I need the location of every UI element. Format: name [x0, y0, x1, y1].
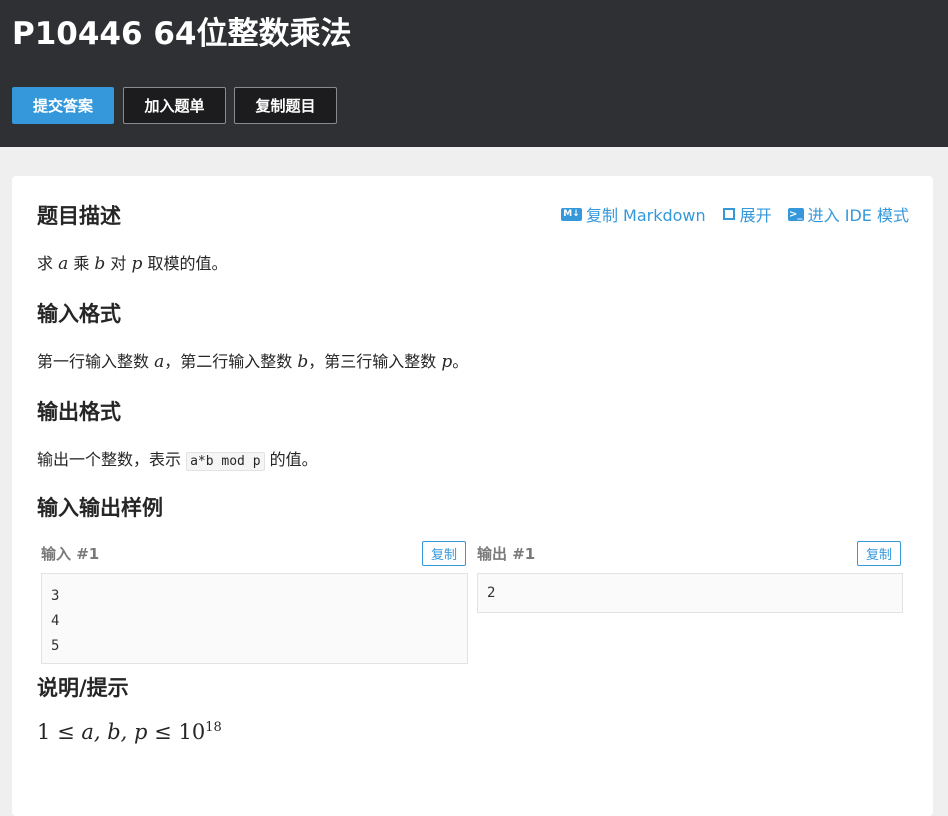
expand-label: 展开	[739, 206, 772, 225]
sample-input-line: 3	[51, 588, 60, 604]
samples-heading: 输入输出样例	[37, 496, 163, 520]
problem-actions: M↓ 复制 Markdown 展开 >_ 进入 IDE 模式	[560, 202, 909, 226]
sample-input-line: 5	[51, 638, 60, 654]
sample-input-line: 4	[51, 613, 60, 629]
input-format-text: 第一行输入整数 a，第二行输入整数 b，第三行输入整数 p。	[37, 352, 469, 372]
submit-answer-button[interactable]: 提交答案	[12, 87, 114, 124]
sample-output-label: 输出 #1	[477, 545, 536, 563]
copy-markdown-link[interactable]: M↓ 复制 Markdown	[560, 202, 706, 226]
inline-code: a*b mod p	[186, 452, 265, 471]
output-format-text: 输出一个整数，表示 a*b mod p 的值。	[37, 450, 318, 471]
copy-markdown-label: 复制 Markdown	[585, 206, 706, 225]
description-text: 求 a 乘 b 对 p 取模的值。	[37, 254, 228, 274]
copy-output-button[interactable]: 复制	[857, 541, 901, 566]
copy-input-button[interactable]: 复制	[422, 541, 466, 566]
sample-input-box[interactable]: 3 4 5	[41, 573, 468, 664]
ide-mode-link[interactable]: >_ 进入 IDE 模式	[787, 202, 909, 226]
problem-card: M↓ 复制 Markdown 展开 >_ 进入 IDE 模式 题目描述 求 a …	[12, 176, 933, 816]
copy-problem-button[interactable]: 复制题目	[234, 87, 337, 124]
input-format-heading: 输入格式	[37, 302, 121, 326]
sample-output-line: 2	[487, 585, 496, 601]
hint-heading: 说明/提示	[37, 676, 129, 700]
description-heading: 题目描述	[37, 204, 121, 228]
problem-header: P10446 64位整数乘法 提交答案 加入题单 复制题目	[0, 0, 948, 147]
terminal-icon: >_	[787, 207, 804, 221]
add-to-list-button[interactable]: 加入题单	[123, 87, 226, 124]
sample-output-box[interactable]: 2	[477, 573, 903, 613]
constraint-formula: 1 ≤ a, b, p ≤ 1018	[37, 720, 222, 744]
page-title: P10446 64位整数乘法	[12, 16, 352, 52]
expand-link[interactable]: 展开	[722, 202, 772, 226]
ide-mode-label: 进入 IDE 模式	[807, 206, 909, 225]
output-format-heading: 输出格式	[37, 400, 121, 424]
sample-input-label: 输入 #1	[41, 545, 100, 563]
expand-icon	[722, 207, 736, 221]
markdown-icon: M↓	[560, 207, 582, 221]
